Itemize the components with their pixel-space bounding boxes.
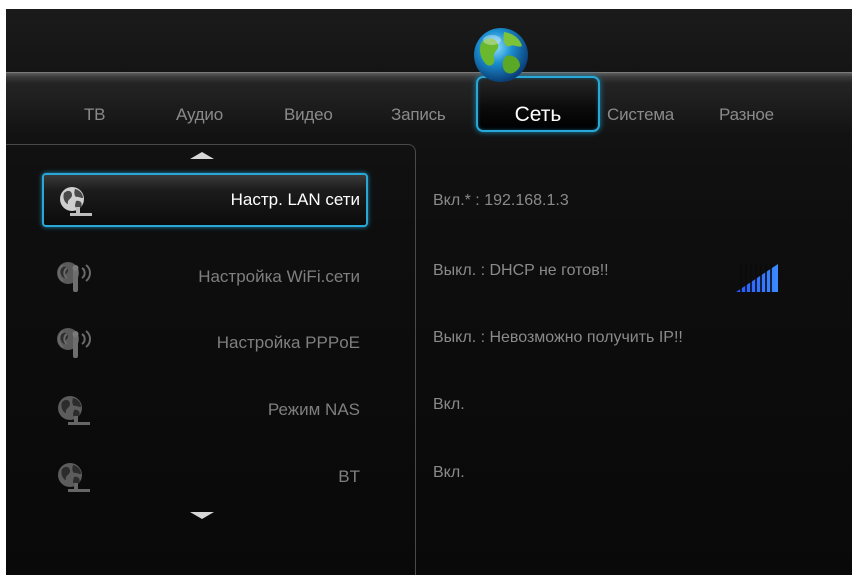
- menu-item-wifi[interactable]: Настройка WiFi.сети: [42, 251, 368, 303]
- menu-item-label: Настр. LAN сети: [230, 190, 360, 209]
- wifi-antenna-icon: [57, 328, 91, 358]
- menu-item-pppoe[interactable]: Настройка PPPoE: [42, 317, 368, 369]
- status-pppoe: Выкл. : Невозможно получить IP!!: [433, 329, 683, 346]
- tab-video[interactable]: Видео: [284, 105, 333, 125]
- tab-tv[interactable]: ТВ: [84, 105, 106, 125]
- tab-bar: [6, 72, 852, 135]
- lan-globe-icon: [58, 463, 90, 492]
- globe-icon: [474, 28, 528, 82]
- signal-strength-icon: [736, 264, 778, 292]
- tab-record[interactable]: Запись: [391, 105, 446, 125]
- menu-item-label: BT: [338, 467, 360, 486]
- lan-globe-icon: [60, 187, 92, 216]
- status-wifi: Выкл. : DHCP не готов!!: [433, 262, 609, 279]
- menu-item-label: Настройка WiFi.сети: [198, 267, 360, 286]
- wifi-antenna-icon: [57, 262, 91, 292]
- tab-system[interactable]: Система: [607, 105, 674, 125]
- scroll-down-icon[interactable]: [190, 512, 214, 519]
- tab-misc[interactable]: Разное: [719, 105, 774, 125]
- status-bt: Вкл.: [433, 464, 465, 481]
- scroll-up-icon[interactable]: [190, 152, 214, 159]
- menu-item-nas[interactable]: Режим NAS: [42, 384, 368, 436]
- tab-audio[interactable]: Аудио: [176, 105, 223, 125]
- status-nas: Вкл.: [433, 396, 465, 413]
- lan-globe-icon: [58, 396, 90, 425]
- menu-item-label: Настройка PPPoE: [216, 333, 360, 352]
- status-lan: Вкл.* : 192.168.1.3: [433, 192, 569, 209]
- screen: ТВ Аудио Видео Запись Сеть Система Разно…: [6, 9, 852, 575]
- menu-item-bt[interactable]: BT: [42, 451, 368, 503]
- menu-item-label: Режим NAS: [267, 400, 360, 419]
- menu-item-lan[interactable]: Настр. LAN сети: [42, 173, 368, 227]
- tab-network-label: Сеть: [514, 103, 562, 126]
